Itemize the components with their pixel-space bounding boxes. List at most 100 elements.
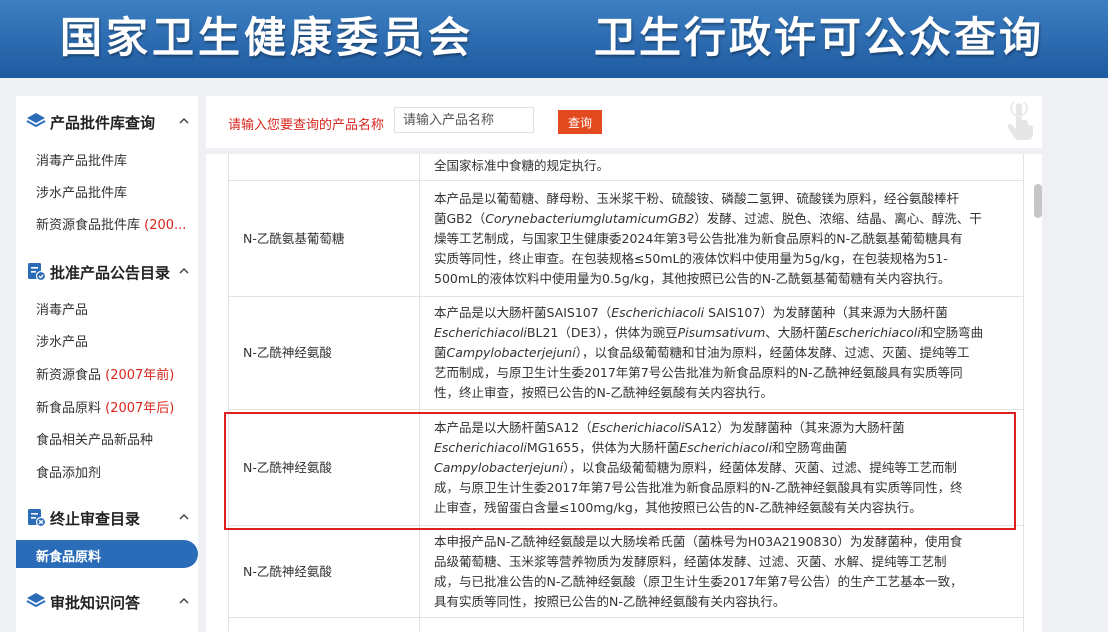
sidebar-item-new-resource-food-approvals[interactable]: 新资源食品批件库 (200... — [36, 214, 186, 233]
sidebar-item-food-related-products[interactable]: 食品相关产品新品种 — [36, 429, 153, 448]
sidebar-item-new-food-ingredients-terminated[interactable]: 新食品原料 — [16, 540, 198, 568]
header-banner: 国家卫生健康委员会 卫生行政许可公众查询 — [0, 0, 1108, 78]
description-text: ）发酵、过滤、脱色、浓缩、结晶、离心、醇洗、干 — [694, 210, 982, 226]
table-row: N-乙酰神经氨酸 本产品是以大肠杆菌SA12（EscherichiacoliSA1… — [228, 409, 1024, 526]
product-name: N-乙酰氨基葡萄糖 — [243, 230, 345, 246]
product-name: N-乙酰神经氨酸 — [243, 459, 332, 475]
product-description-cell: 全国家标准中食糖的规定执行。 — [419, 154, 1024, 181]
results-panel: 全国家标准中食糖的规定执行。 N-乙酰氨基葡萄糖 本产品是以葡萄糖、酵母粉、玉米浆干… — [206, 154, 1042, 632]
product-name-cell: N-乙酰神经氨酸 — [228, 296, 420, 410]
sidebar-section-approval-faq[interactable]: 审批知识问答 — [16, 578, 198, 624]
product-name: N-乙酰神经氨酸 — [243, 563, 332, 579]
table-row: N-乙酰神经氨酸 本申报产品N-乙酰神经氨酸是以大肠埃希氏菌（菌株号为H03A21… — [228, 525, 1024, 618]
scientific-name: Escherichiacoli — [591, 419, 685, 435]
sidebar-item-disinfection-products[interactable]: 消毒产品 — [36, 299, 88, 318]
scientific-name: Escherichiacoli — [827, 325, 921, 340]
scientific-name: Campylobacterjejuni — [434, 459, 564, 475]
sidebar-item-new-food-ingredients[interactable]: 新食品原料 (2007年后) — [36, 397, 174, 416]
table-row — [228, 617, 1024, 632]
sidebar-section-approved-product-catalog[interactable]: 批准产品公告目录 — [16, 248, 198, 294]
description-text: 本产品是以大肠杆菌SAIS107（ — [434, 305, 612, 320]
description-line: 止审查，残留蛋白含量≤100mg/kg，其他按照已公告的N-乙酰神经氨酸有关内容… — [434, 498, 1009, 518]
description-text: 成，与原卫生计生委2017年第7号公告批准为新食品原料的N-乙酰神经氨酸具有实质… — [434, 479, 963, 495]
scientific-name: Escherichiacoli — [434, 439, 527, 455]
layers-icon — [26, 113, 46, 128]
table-row: N-乙酰氨基葡萄糖 本产品是以葡萄糖、酵母粉、玉米浆干粉、硫酸铵、磷酸二氢钾、硫酸… — [228, 180, 1024, 297]
description-text: 实质等同性，终止审查。在包装规格≤50mL的液体饮料中使用量为5g/kg，在包装… — [434, 250, 948, 266]
description-line: 性，终止审查，按照已公告的N-乙酰神经氨酸有关内容执行。 — [434, 383, 1009, 403]
product-name-cell — [228, 617, 420, 632]
description-text: ），以食品级葡萄糖和甘油为原料，经菌体发酵、过滤、灭菌、提纯等工 — [575, 345, 970, 360]
description-line: 品级葡萄糖、玉米浆等营养物质为发酵原料，经菌体发酵、过滤、灭菌、水解、提纯等工艺… — [434, 552, 1009, 572]
sidebar-item-water-approvals[interactable]: 涉水产品批件库 — [36, 182, 127, 201]
scientific-name: Campylobacterjejuni — [446, 345, 576, 360]
description-text: 燥等工艺制成，与国家卫生健康委2024年第3号公告批准为新食品原料的N-乙酰氨基… — [434, 230, 963, 246]
product-name-cell — [228, 154, 420, 181]
description-text: 菌 — [434, 345, 447, 360]
description-line: 实质等同性，终止审查。在包装规格≤50mL的液体饮料中使用量为5g/kg，在包装… — [434, 249, 1009, 269]
description-text: SA12）为发酵菌种（其来源为大肠杆菌 — [684, 419, 905, 435]
description-line: 成，与原卫生计生委2017年第7号公告批准为新食品原料的N-乙酰神经氨酸具有实质… — [434, 478, 1009, 498]
description-text: 本申报产品N-乙酰神经氨酸是以大肠埃希氏菌（菌株号为H03A2190830）为发… — [434, 533, 963, 549]
description-text: 本产品是以葡萄糖、酵母粉、玉米浆干粉、硫酸铵、磷酸二氢钾、硫酸镁为原料，经谷氨酸… — [434, 190, 960, 206]
document-check-icon — [28, 263, 46, 281]
sidebar-section-product-approval-query[interactable]: 产品批件库查询 — [16, 98, 198, 144]
description-text: 500mL的液体饮料中使用量为0.5g/kg，其他按照已公告的N-乙酰氨基葡萄糖… — [434, 270, 951, 286]
pointer-hand-icon — [1007, 102, 1033, 140]
description-line: Campylobacterjejuni），以食品级葡萄糖为原料，经菌体发酵、灭菌… — [434, 458, 1009, 478]
product-name-cell: N-乙酰神经氨酸 — [228, 409, 420, 526]
description-line: 本产品是以大肠杆菌SA12（EscherichiacoliSA12）为发酵菌种（… — [434, 418, 1009, 438]
search-label: 请输入您要查询的产品名称 — [228, 118, 385, 133]
description-line: 具有实质等同性，按照已公告的N-乙酰神经氨酸有关内容执行。 — [434, 592, 1009, 612]
agency-title: 国家卫生健康委员会 — [60, 13, 475, 62]
product-description-cell: 本产品是以葡萄糖、酵母粉、玉米浆干粉、硫酸铵、磷酸二氢钾、硫酸镁为原料，经谷氨酸… — [419, 180, 1024, 297]
description-text: ），以食品级葡萄糖为原料，经菌体发酵、灭菌、过滤、提纯等工艺而制 — [563, 459, 957, 475]
description-text: 具有实质等同性，按照已公告的N-乙酰神经氨酸有关内容执行。 — [434, 593, 786, 609]
sidebar-section-terminated-review-catalog[interactable]: 终止审查目录 — [16, 494, 198, 540]
layers-icon — [26, 593, 46, 608]
description-text: 艺而制成，与原卫生计生委2017年第7号公告批准为新食品原料的N-乙酰神经氨酸具… — [434, 365, 963, 380]
product-name-search-input[interactable] — [394, 107, 534, 133]
product-name-cell: N-乙酰氨基葡萄糖 — [228, 180, 420, 297]
product-description-cell — [419, 617, 1024, 632]
description-line: 本申报产品N-乙酰神经氨酸是以大肠埃希氏菌（菌株号为H03A2190830）为发… — [434, 532, 1009, 552]
description-text: MG1655，供体为大肠杆菌 — [526, 439, 680, 455]
chevron-up-icon[interactable] — [178, 115, 190, 127]
scrollbar-thumb[interactable] — [1034, 184, 1042, 218]
table-row: N-乙酰神经氨酸 本产品是以大肠杆菌SAIS107（Escherichiacoli… — [228, 296, 1024, 410]
description-text: 和空肠弯曲 — [920, 325, 984, 340]
scientific-name: Escherichiacoli — [611, 305, 705, 320]
sidebar-item-water-products[interactable]: 涉水产品 — [36, 331, 88, 350]
product-description-cell: 本产品是以大肠杆菌SAIS107（Escherichiacoli SAIS107… — [419, 296, 1024, 410]
sidebar: 产品批件库查询 消毒产品批件库 涉水产品批件库 新资源食品批件库 (200...… — [16, 96, 198, 632]
chevron-up-icon[interactable] — [178, 265, 190, 277]
description-line: 燥等工艺制成，与国家卫生健康委2024年第3号公告批准为新食品原料的N-乙酰氨基… — [434, 229, 1009, 249]
scientific-name: CorynebacteriumglutamicumGB2 — [485, 210, 695, 226]
description-text: 全国家标准中食糖的规定执行。 — [434, 157, 610, 173]
sidebar-section-title: 批准产品公告目录 — [50, 264, 171, 282]
sidebar-item-food-additives[interactable]: 食品添加剂 — [36, 462, 101, 481]
sidebar-section-title: 审批知识问答 — [50, 594, 141, 612]
search-bar: 请输入您要查询的产品名称 查询 — [206, 96, 1042, 148]
sidebar-section-title: 终止审查目录 — [50, 510, 141, 528]
search-button[interactable]: 查询 — [558, 110, 602, 134]
description-line: 本产品是以葡萄糖、酵母粉、玉米浆干粉、硫酸铵、磷酸二氢钾、硫酸镁为原料，经谷氨酸… — [434, 189, 1009, 209]
document-cancel-icon — [28, 509, 46, 527]
description-text: 成，与已批准公告的N-乙酰神经氨酸（原卫生计生委2017年第7号公告）的生产工艺… — [434, 573, 963, 589]
product-description-cell: 本产品是以大肠杆菌SA12（EscherichiacoliSA12）为发酵菌种（… — [419, 409, 1024, 526]
description-text: 、大肠杆菌 — [765, 325, 828, 340]
chevron-up-icon[interactable] — [178, 595, 190, 607]
chevron-up-icon[interactable] — [178, 511, 190, 523]
description-line: 500mL的液体饮料中使用量为0.5g/kg，其他按照已公告的N-乙酰氨基葡萄糖… — [434, 269, 1009, 289]
description-line: 艺而制成，与原卫生计生委2017年第7号公告批准为新食品原料的N-乙酰神经氨酸具… — [434, 363, 1009, 383]
product-description-cell: 本申报产品N-乙酰神经氨酸是以大肠埃希氏菌（菌株号为H03A2190830）为发… — [419, 525, 1024, 618]
sidebar-item-new-resource-food[interactable]: 新资源食品 (2007年前) — [36, 364, 174, 383]
scientific-name: Pisumsativum — [677, 325, 766, 340]
system-title: 卫生行政许可公众查询 — [594, 13, 1045, 62]
description-text: 品级葡萄糖、玉米浆等营养物质为发酵原料，经菌体发酵、过滤、灭菌、水解、提纯等工艺… — [434, 553, 947, 569]
sidebar-item-disinfection-approvals[interactable]: 消毒产品批件库 — [36, 150, 127, 169]
sidebar-section-title: 产品批件库查询 — [50, 114, 156, 132]
description-line: EscherichiacoliMG1655，供体为大肠杆菌Escherichia… — [434, 438, 1009, 458]
scientific-name: Escherichiacoli — [679, 439, 773, 455]
description-text: 和空肠弯曲菌 — [772, 439, 848, 455]
